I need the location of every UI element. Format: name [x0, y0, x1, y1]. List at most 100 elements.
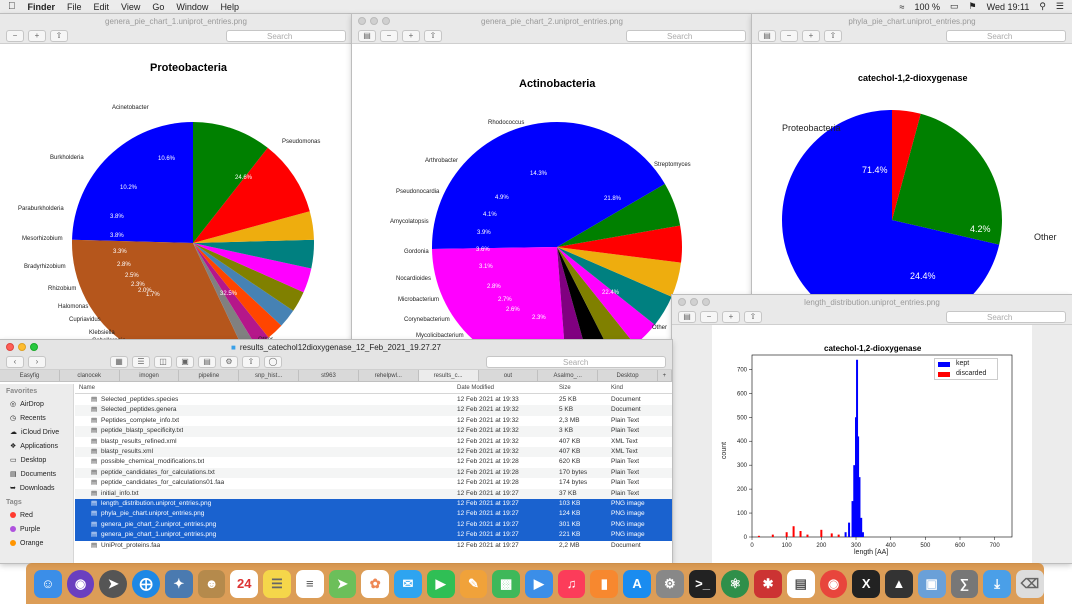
contacts-icon[interactable]: ☻: [197, 569, 226, 598]
chrome-icon[interactable]: ◉: [819, 569, 848, 598]
launchpad-icon[interactable]: ➤: [99, 569, 128, 598]
sidebar-item-icloud[interactable]: ☁ iCloud Drive: [0, 425, 73, 439]
view-list-button[interactable]: ☰: [132, 355, 150, 368]
siri-icon[interactable]: ◉: [66, 569, 95, 598]
reminders-icon[interactable]: ≡: [295, 569, 324, 598]
zoom-button[interactable]: [702, 298, 710, 306]
menu-file[interactable]: File: [67, 2, 82, 12]
network-icon[interactable]: ✱: [754, 569, 782, 598]
file-row[interactable]: ▤ blastp_results_refined.xml 12 Feb 2021 a…: [75, 437, 672, 447]
zoom-button[interactable]: [382, 17, 390, 25]
file-row[interactable]: ▤ possible_chemical_modifications.txt 12 F…: [75, 457, 672, 467]
window-titlebar[interactable]: ■ results_catechol12dioxygenase_12_Feb_2…: [0, 340, 672, 354]
trash-icon[interactable]: ⌫: [1016, 569, 1044, 598]
finder-search-field[interactable]: Search: [486, 356, 666, 368]
column-kind[interactable]: Kind: [611, 385, 623, 391]
file-row[interactable]: ▤ UniProt_proteins.faa 12 Feb 2021 at 19:2…: [75, 541, 672, 551]
column-name[interactable]: Name: [79, 385, 95, 391]
calculator-icon[interactable]: ∑: [950, 569, 979, 598]
share-button[interactable]: ⇧: [242, 355, 260, 368]
zoom-button[interactable]: [30, 343, 38, 351]
action-gear-button[interactable]: ⚙: [220, 355, 238, 368]
messages-icon[interactable]: ✉: [394, 569, 422, 598]
finder-tab[interactable]: Asalmo_...: [538, 370, 599, 381]
search-icon[interactable]: ⚲: [1039, 1, 1046, 12]
file-row[interactable]: ▤ initial_info.txt 12 Feb 2021 at 19:27 37 …: [75, 488, 672, 499]
terminal-icon[interactable]: >_: [688, 569, 717, 598]
forward-button[interactable]: ›: [28, 355, 46, 368]
view-icon-button[interactable]: ▦: [110, 355, 128, 368]
window-titlebar[interactable]: phyla_pie_chart.uniprot_entries.png: [752, 14, 1072, 28]
column-size[interactable]: Size: [559, 385, 571, 391]
search-field[interactable]: Search: [946, 311, 1066, 323]
sidebar-item-airdrop[interactable]: ◎ AirDrop: [0, 397, 73, 411]
file-row[interactable]: ▤ Selected_peptides.species 12 Feb 2021 at…: [75, 395, 672, 405]
facetime-icon[interactable]: ▶: [426, 569, 455, 598]
close-button[interactable]: [358, 17, 366, 25]
file-row[interactable]: ▤ blastp_results.xml 12 Feb 2021 at 19:32 4…: [75, 447, 672, 458]
preview-icon[interactable]: ▣: [917, 569, 946, 598]
wifi-icon[interactable]: ≈: [900, 2, 905, 12]
menu-help[interactable]: Help: [220, 2, 239, 12]
zoom-in-button[interactable]: +: [28, 29, 46, 42]
file-row[interactable]: ▤ peptide_blastp_specificity.txt 12 Feb 20…: [75, 426, 672, 437]
notes-icon[interactable]: ☰: [263, 569, 291, 598]
file-row[interactable]: ▤ genera_pie_chart_1.uniprot_entries.png 1…: [75, 530, 672, 541]
finder-tab[interactable]: snp_hist...: [239, 370, 300, 381]
zoom-in-button[interactable]: +: [722, 310, 740, 323]
new-tab-button[interactable]: +: [658, 370, 672, 381]
safari-icon[interactable]: ⨁: [132, 569, 160, 598]
file-row[interactable]: ▤ peptide_candidates_for_calculations01.f…: [75, 478, 672, 488]
zoom-out-button[interactable]: −: [780, 29, 798, 42]
finder-tab[interactable]: pipeline: [179, 370, 240, 381]
menu-edit[interactable]: Edit: [94, 2, 110, 12]
finder-tab[interactable]: out: [479, 370, 539, 381]
group-button[interactable]: ▤: [198, 355, 216, 368]
sidebar-tag-orange[interactable]: Orange: [0, 536, 73, 550]
close-button[interactable]: [678, 298, 686, 306]
menu-view[interactable]: View: [121, 2, 140, 12]
photos-icon[interactable]: ✿: [361, 569, 390, 598]
finder-tab[interactable]: imogen: [120, 370, 180, 381]
app-store-icon[interactable]: A: [623, 569, 651, 598]
finder-tab[interactable]: st963: [299, 370, 359, 381]
menu-go[interactable]: Go: [152, 2, 164, 12]
search-field[interactable]: Search: [226, 30, 346, 42]
share-button[interactable]: ⇧: [744, 310, 762, 323]
sidebar-item-downloads[interactable]: ➥ Downloads: [0, 481, 73, 495]
share-button[interactable]: ⇧: [824, 29, 842, 42]
numbers-icon[interactable]: ▩: [492, 569, 521, 598]
sidebar-item-desktop[interactable]: ▭ Desktop: [0, 453, 73, 467]
zoom-in-button[interactable]: +: [402, 29, 420, 42]
apple-icon[interactable]: : [8, 1, 16, 12]
window-titlebar[interactable]: genera_pie_chart_1.uniprot_entries.png: [0, 14, 352, 28]
music-icon[interactable]: ♫: [557, 569, 586, 598]
view-gallery-button[interactable]: ▣: [176, 355, 194, 368]
menu-app[interactable]: Finder: [28, 2, 56, 12]
finder-tab[interactable]: Desktop: [598, 370, 658, 381]
keynote-icon[interactable]: ▶: [525, 569, 553, 598]
battery-icon[interactable]: ▭: [950, 1, 959, 12]
file-row[interactable]: ▤ phyla_pie_chart.uniprot_entries.png 12 F…: [75, 509, 672, 520]
close-button[interactable]: [6, 343, 14, 351]
file-row[interactable]: ▤ Selected_peptides.genera 12 Feb 2021 at …: [75, 405, 672, 416]
menu-window[interactable]: Window: [176, 2, 208, 12]
finder-tab-active[interactable]: results_c...: [418, 370, 479, 381]
inkscape-icon[interactable]: ▲: [885, 569, 913, 598]
finder-icon[interactable]: ☺: [34, 569, 62, 598]
minimize-button[interactable]: [370, 17, 378, 25]
system-preferences-icon[interactable]: ⚙: [655, 569, 684, 598]
view-columns-button[interactable]: ◫: [154, 355, 172, 368]
pages-icon[interactable]: ✎: [459, 569, 488, 598]
menu-list-icon[interactable]: ☰: [1056, 1, 1064, 12]
tag-button[interactable]: ◯: [264, 355, 282, 368]
finder-tab[interactable]: rehelpwl...: [359, 370, 419, 381]
sidebar-tag-red[interactable]: Red: [0, 508, 73, 522]
menubar-clock[interactable]: Wed 19:11: [987, 2, 1030, 12]
downloads-stack-icon[interactable]: ⤓: [983, 569, 1012, 598]
file-row[interactable]: ▤ length_distribution.uniprot_entries.png…: [75, 499, 672, 510]
minimize-button[interactable]: [18, 343, 26, 351]
calendar-icon[interactable]: 24: [230, 569, 259, 598]
minimize-button[interactable]: [690, 298, 698, 306]
share-button[interactable]: ⇧: [50, 29, 68, 42]
